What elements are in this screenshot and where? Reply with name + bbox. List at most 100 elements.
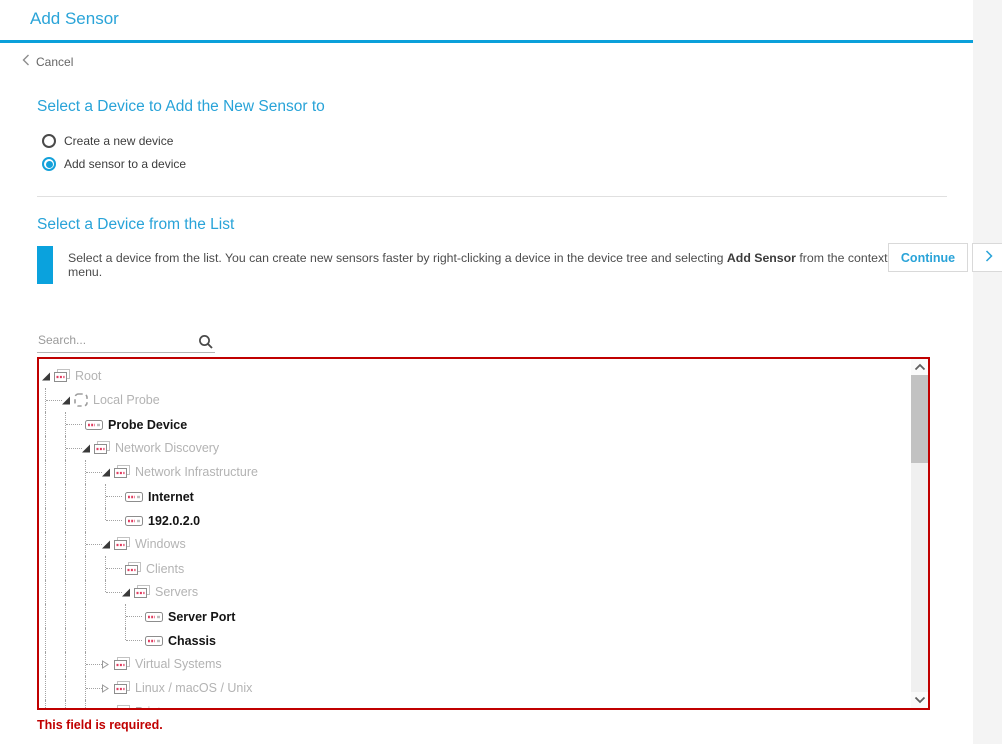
radio-label: Add sensor to a device <box>64 157 187 171</box>
tree-connector <box>46 400 62 401</box>
tree-connector <box>126 616 142 617</box>
tree-guide-line <box>65 604 66 628</box>
collapse-icon[interactable] <box>81 443 93 454</box>
tree-node-label: Network Discovery <box>115 441 220 455</box>
collapse-icon[interactable] <box>61 395 73 406</box>
scrollbar-thumb[interactable] <box>911 375 928 463</box>
tree-guide-line <box>45 580 46 604</box>
group-icon <box>125 562 141 576</box>
tree-node-label: Virtual Systems <box>135 657 222 671</box>
tree-node-label: Local Probe <box>93 393 160 407</box>
tree-row[interactable]: Linux / macOS / Unix <box>39 676 911 700</box>
tree-row[interactable]: Network Infrastructure <box>39 460 911 484</box>
tree-row[interactable]: Chassis <box>39 628 911 652</box>
scroll-down-icon[interactable] <box>911 692 928 708</box>
tree-connector <box>86 664 102 665</box>
tree-connector <box>105 556 106 568</box>
tree-row[interactable]: Virtual Systems <box>39 652 911 676</box>
tree-connector <box>125 628 126 640</box>
tree-guide-line <box>65 508 66 532</box>
tree-row[interactable]: Root <box>39 364 911 388</box>
tree-connector <box>85 532 86 544</box>
group-icon <box>94 441 110 455</box>
tree-guide-line <box>85 604 86 628</box>
collapse-icon[interactable] <box>121 587 133 598</box>
radio-add-sensor-to-device[interactable]: Add sensor to a device <box>42 157 186 171</box>
tree-guide-line <box>45 484 46 508</box>
probe-icon <box>74 393 88 407</box>
tree-row[interactable]: Printers <box>39 700 911 708</box>
tree-guide-line <box>65 652 66 676</box>
tree-guide-line <box>85 628 86 652</box>
tree-guide-line <box>65 676 66 700</box>
tree-scrollbar[interactable] <box>911 359 928 708</box>
tree-row[interactable]: Clients <box>39 556 911 580</box>
tree-connector <box>85 700 86 708</box>
tree-connector <box>45 388 46 400</box>
tree-node-label: 192.0.2.0 <box>148 514 201 528</box>
tree-guide-line <box>45 604 46 628</box>
tree-connector <box>86 472 102 473</box>
collapse-icon[interactable] <box>101 467 113 478</box>
search-icon[interactable] <box>198 334 214 355</box>
tree-connector <box>105 508 106 520</box>
group-icon <box>114 681 130 695</box>
continue-next-button[interactable] <box>972 243 1002 272</box>
group-icon <box>54 369 70 383</box>
search-input[interactable] <box>37 331 215 353</box>
tree-row[interactable]: Internet <box>39 484 911 508</box>
cancel-label: Cancel <box>36 55 74 69</box>
expand-icon[interactable] <box>101 659 113 670</box>
tree-node-label: Root <box>75 369 102 383</box>
tree-guide-line <box>65 700 66 708</box>
cancel-button[interactable]: Cancel <box>22 54 73 70</box>
tree-connector <box>125 604 126 616</box>
group-icon <box>114 657 130 671</box>
tree-row[interactable]: Windows <box>39 532 911 556</box>
continue-button[interactable]: Continue <box>888 243 968 272</box>
tree-guide-line <box>45 436 46 460</box>
tree-row[interactable]: Local Probe <box>39 388 911 412</box>
validation-message: This field is required. <box>37 718 163 732</box>
radio-circle-icon <box>42 157 56 171</box>
tree-row[interactable]: Probe Device <box>39 412 911 436</box>
tree-guide-line <box>45 460 46 484</box>
tree-node-label: Server Port <box>168 610 236 624</box>
expand-icon[interactable] <box>101 683 113 694</box>
tree-connector <box>66 448 82 449</box>
next-chevron-icon <box>985 249 993 267</box>
group-icon <box>114 465 130 479</box>
tree-node-label: Internet <box>148 490 194 504</box>
tree-connector <box>106 568 122 569</box>
tree-row[interactable]: Server Port <box>39 604 911 628</box>
tree-connector <box>86 544 102 545</box>
tree-row[interactable]: Servers <box>39 580 911 604</box>
tree-connector <box>85 460 86 472</box>
tree-guide-line <box>85 556 86 580</box>
expand-icon[interactable] <box>101 707 113 708</box>
collapse-icon[interactable] <box>101 539 113 550</box>
tree-connector <box>66 424 82 425</box>
section-divider <box>37 196 947 197</box>
section-title-select-device: Select a Device to Add the New Sensor to <box>37 98 325 115</box>
radio-create-new-device[interactable]: Create a new device <box>42 134 173 148</box>
device-tree-rows: Root Local Probe Probe Device Network Disco… <box>39 359 911 708</box>
group-icon <box>114 537 130 551</box>
tree-row[interactable]: 192.0.2.0 <box>39 508 911 532</box>
tree-node-label: Chassis <box>168 634 216 648</box>
tree-node-label: Windows <box>135 537 186 551</box>
tree-connector <box>105 580 106 592</box>
tree-row[interactable]: Network Discovery <box>39 436 911 460</box>
tree-guide-line <box>45 412 46 436</box>
radio-circle-icon <box>42 134 56 148</box>
tree-guide-line <box>65 556 66 580</box>
tree-guide-line <box>85 580 86 604</box>
collapse-icon[interactable] <box>41 371 53 382</box>
header-rule <box>0 40 973 43</box>
tree-node-label: Linux / macOS / Unix <box>135 681 253 695</box>
scroll-up-icon[interactable] <box>911 359 928 375</box>
tree-guide-line <box>85 508 86 532</box>
device-icon <box>145 636 163 646</box>
tree-guide-line <box>65 460 66 484</box>
device-icon <box>85 420 103 430</box>
